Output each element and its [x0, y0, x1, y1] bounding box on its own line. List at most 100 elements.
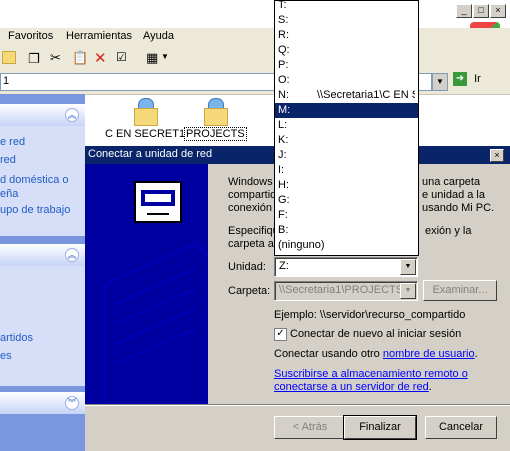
drive-list-item[interactable]: O:	[275, 73, 418, 88]
collapse-chevron-icon[interactable]: ︽	[65, 248, 79, 262]
drive-letter-value: Z:	[279, 260, 289, 272]
task-item[interactable]: eña	[0, 188, 18, 200]
separator	[85, 404, 510, 406]
task-group-other: artidos es	[0, 266, 85, 386]
copy-icon[interactable]: ❐	[28, 51, 40, 67]
drive-letter: I:	[278, 164, 285, 176]
go-arrow-icon: ➜	[453, 72, 467, 86]
drive-list-item[interactable]: F:	[275, 208, 418, 223]
menu-herramientas[interactable]: Herramientas	[66, 30, 132, 42]
task-pane: ︽ e red red d doméstica o eña upo de tra…	[0, 94, 85, 451]
drive-list-item[interactable]: R:	[275, 28, 418, 43]
task-item[interactable]: es	[0, 350, 12, 362]
intro-line: una carpeta	[422, 176, 481, 188]
finish-button[interactable]: Finalizar	[343, 415, 417, 440]
folder-path-value: \\Secretaria1\PROJECTS	[279, 284, 404, 296]
drive-letter: M:	[278, 104, 291, 116]
task-item[interactable]: artidos	[0, 332, 33, 344]
other-user-link[interactable]: nombre de usuario	[383, 348, 475, 360]
menu-bar: Favoritos Herramientas Ayuda	[0, 28, 510, 47]
maximize-button[interactable]: □	[473, 4, 489, 18]
intro-line: Windows	[228, 176, 273, 188]
drive-letter-select[interactable]: Z: ▼	[274, 257, 418, 277]
back-button[interactable]: < Atrás	[274, 416, 346, 439]
chevron-down-icon[interactable]: ▼	[400, 259, 416, 275]
drive-letter: (ninguno)	[278, 239, 325, 251]
task-group-header[interactable]: ︽	[0, 244, 85, 266]
task-group-network: e red red d doméstica o eña upo de traba…	[0, 126, 85, 236]
reconnect-checkbox[interactable]: ✓	[274, 328, 287, 341]
drive-list-item[interactable]: G:	[275, 193, 418, 208]
instruction-line: Especifiqu	[228, 225, 279, 237]
folder-label: PROJECTS	[184, 127, 247, 141]
drive-letter: K:	[278, 134, 289, 146]
window-controls: _ □ ×	[455, 4, 506, 18]
task-group-header[interactable]: ︾	[0, 392, 85, 414]
drive-list-item[interactable]: (ninguno)	[275, 238, 418, 253]
collapse-chevron-icon[interactable]: ︽	[65, 108, 79, 122]
other-user-line: Conectar usando otro nombre de usuario.	[274, 348, 478, 360]
go-button[interactable]: ➜ Ir	[453, 72, 493, 90]
browse-button[interactable]: Examinar...	[423, 280, 497, 301]
wizard-art	[85, 164, 208, 404]
drive-list-item[interactable]: I:	[275, 163, 418, 178]
drive-list-item[interactable]: K:	[275, 133, 418, 148]
intro-text-left: Windows compartid conexión	[228, 176, 276, 215]
network-folder[interactable]: C EN SECRET1	[104, 98, 187, 140]
folder-label: C EN SECRET1	[104, 128, 187, 140]
storage-link-block: Suscribirse a almacenamiento remoto o co…	[274, 368, 468, 394]
drive-list-item[interactable]: P:	[275, 58, 418, 73]
network-folder[interactable]: PROJECTS	[184, 98, 247, 141]
drive-letter: P:	[278, 59, 289, 71]
folder-path-select[interactable]: \\Secretaria1\PROJECTS ▼	[274, 281, 418, 301]
drive-letter-dropdown-list: T: S: R: Q: P: O: N: \\Secretaria1\C EN SECRET M…	[274, 0, 419, 256]
drive-letter: G:	[278, 194, 290, 206]
task-item[interactable]: upo de trabajo	[0, 204, 70, 216]
drive-list-item[interactable]: S:	[275, 13, 418, 28]
drive-list-item[interactable]: T:	[275, 0, 418, 13]
drive-list-item[interactable]: M:	[275, 103, 418, 118]
drive-letter: Q:	[278, 44, 290, 56]
address-value: 1	[3, 75, 10, 87]
intro-line: e unidad a la	[422, 189, 485, 201]
storage-link[interactable]: conectarse a un servidor de red	[274, 381, 429, 393]
drive-letter: J:	[278, 149, 287, 161]
storage-suffix: .	[428, 381, 432, 393]
paste-icon[interactable]: 📋	[72, 50, 88, 66]
task-item[interactable]: d doméstica o	[0, 174, 68, 186]
properties-icon[interactable]: ☑	[116, 50, 127, 64]
unidad-label: Unidad:	[228, 261, 266, 273]
minimize-button[interactable]: _	[456, 4, 472, 18]
other-user-prefix: Conectar usando otro	[274, 348, 383, 360]
menu-favoritos[interactable]: Favoritos	[8, 30, 53, 42]
reconnect-label[interactable]: Conectar de nuevo al iniciar sesión	[290, 328, 461, 340]
dialog-title: Conectar a unidad de red	[88, 148, 213, 160]
drive-path: \\Secretaria1\C EN SECRET	[317, 89, 415, 101]
menu-ayuda[interactable]: Ayuda	[143, 30, 174, 42]
address-dropdown-button[interactable]: ▼	[432, 73, 448, 91]
drive-list-item[interactable]: J:	[275, 148, 418, 163]
drive-letter: L:	[278, 119, 288, 131]
close-button[interactable]: ×	[490, 4, 506, 18]
task-item[interactable]: e red	[0, 136, 25, 148]
chevron-down-icon[interactable]: ▼	[400, 283, 416, 299]
expand-chevron-icon[interactable]: ︾	[65, 396, 79, 410]
folder-icon[interactable]	[2, 51, 16, 64]
views-icon[interactable]: ▦	[146, 50, 158, 66]
drive-list-item[interactable]: H:	[275, 178, 418, 193]
drive-list-item[interactable]: B:	[275, 223, 418, 238]
task-group-header[interactable]: ︽	[0, 104, 85, 126]
task-item[interactable]: red	[0, 154, 16, 166]
drive-letter: B:	[278, 224, 289, 236]
views-dropdown-icon[interactable]: ▼	[161, 52, 169, 61]
storage-link[interactable]: Suscribirse a almacenamiento remoto o	[274, 368, 468, 381]
drive-list-item[interactable]: L:	[275, 118, 418, 133]
dialog-close-button[interactable]: ×	[490, 149, 504, 162]
cancel-button[interactable]: Cancelar	[425, 416, 497, 439]
drive-list-item[interactable]: N: \\Secretaria1\C EN SECRET	[275, 88, 418, 103]
network-share-icon	[202, 98, 229, 126]
drive-list-item[interactable]: Q:	[275, 43, 418, 58]
cut-icon[interactable]: ✂	[50, 50, 61, 66]
delete-icon[interactable]: ✕	[94, 49, 107, 67]
network-drive-illustration	[85, 164, 208, 404]
